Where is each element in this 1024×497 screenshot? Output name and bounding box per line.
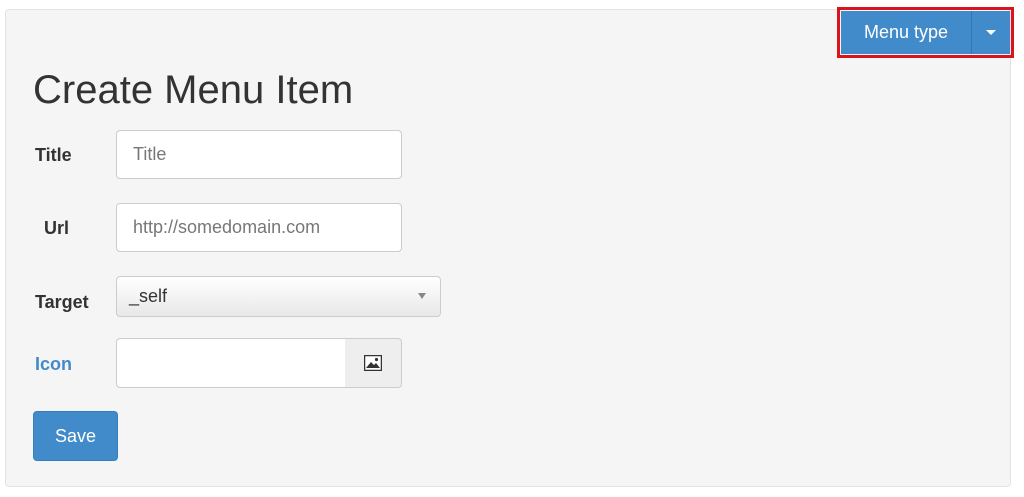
icon-label[interactable]: Icon [35, 354, 72, 375]
menu-type-toggle[interactable] [971, 11, 1010, 54]
url-input[interactable] [116, 203, 402, 252]
save-button[interactable]: Save [33, 411, 118, 461]
title-input[interactable] [116, 130, 402, 179]
chevron-down-icon [418, 293, 426, 299]
menu-type-button[interactable]: Menu type [841, 11, 971, 54]
caret-down-icon [986, 30, 996, 35]
menu-type-dropdown[interactable]: Menu type [841, 11, 1010, 54]
icon-picker-button[interactable] [345, 338, 402, 388]
url-label: Url [44, 218, 70, 238]
target-select[interactable]: _self [116, 276, 441, 317]
page-title: Create Menu Item [33, 68, 354, 112]
title-label: Title [35, 145, 72, 165]
target-label: Target [35, 292, 89, 312]
icon-input[interactable] [116, 338, 346, 388]
target-select-value: _self [129, 286, 168, 306]
image-icon [364, 355, 382, 371]
